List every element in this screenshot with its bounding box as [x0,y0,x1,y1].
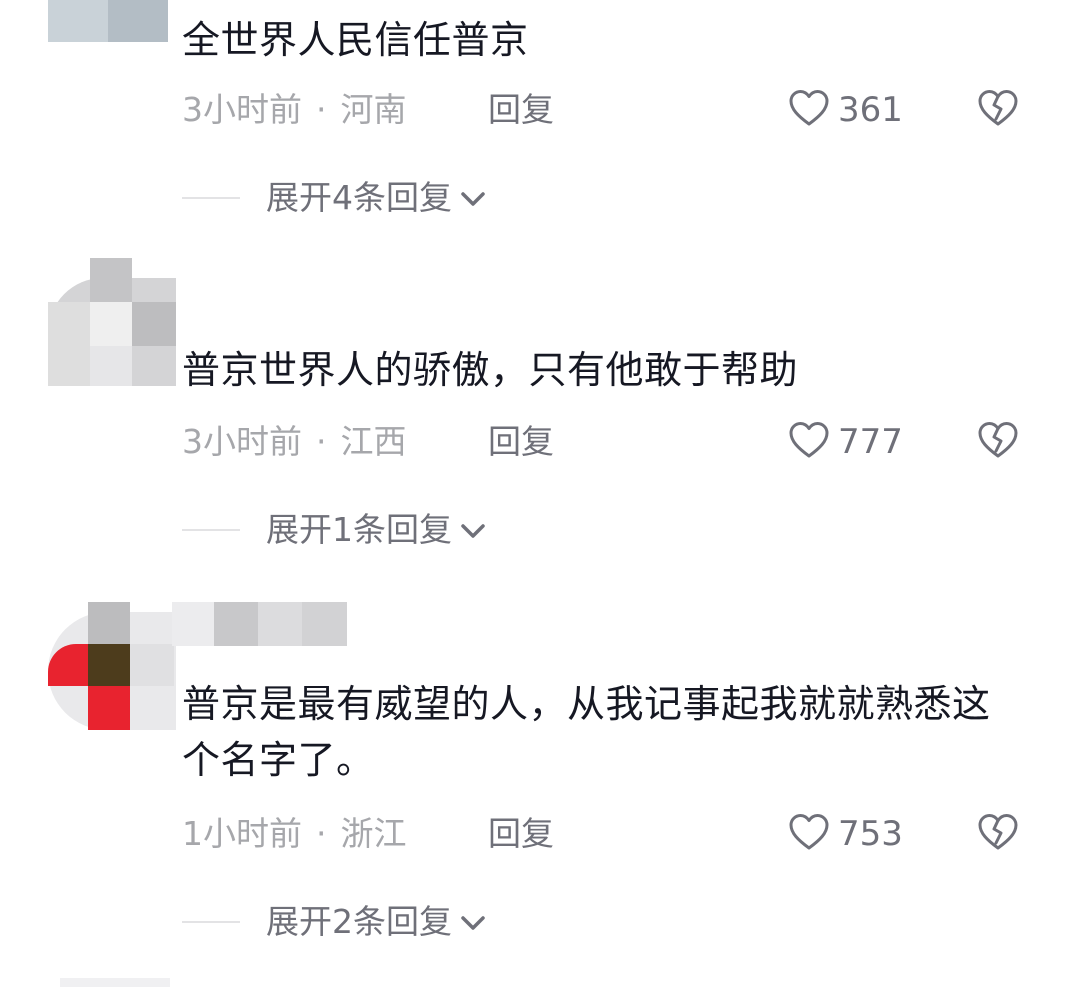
broken-heart-icon [977,420,1019,464]
dislike-button[interactable] [975,88,1021,132]
expand-replies-button[interactable]: 展开1条回复 [266,508,488,552]
expand-divider [182,529,240,531]
like-button[interactable]: 753 [788,812,903,856]
expand-replies-row: 展开1条回复 [182,508,488,552]
avatar[interactable] [48,258,176,386]
like-button[interactable]: 777 [788,420,903,464]
comment-location: 河南 [340,90,407,129]
reply-button[interactable]: 回复 [488,812,554,856]
broken-heart-icon [977,88,1019,132]
chevron-down-icon [452,900,488,944]
avatar[interactable] [48,602,176,730]
heart-outline-icon [788,88,830,132]
comment-time: 3小时前 [182,90,302,129]
like-count: 753 [838,814,903,854]
comment-text: 全世界人民信任普京 [182,18,529,62]
comment-meta: 1小时前 · 浙江 [182,812,407,856]
comment-location: 浙江 [340,814,407,853]
like-button[interactable]: 361 [788,88,903,132]
broken-heart-icon [977,812,1019,856]
comment-location: 江西 [340,422,407,461]
chevron-down-icon [452,176,488,220]
meta-separator: · [316,90,327,129]
heart-outline-icon [788,420,830,464]
like-count: 361 [838,90,903,130]
expand-replies-label: 展开2条回复 [266,902,452,941]
expand-divider [182,197,240,199]
comment-time: 1小时前 [182,814,302,853]
expand-replies-label: 展开4条回复 [266,178,452,217]
expand-replies-button[interactable]: 展开4条回复 [266,176,488,220]
dislike-button[interactable] [975,420,1021,464]
expand-replies-button[interactable]: 展开2条回复 [266,900,488,944]
expand-divider [182,921,240,923]
expand-replies-row: 展开4条回复 [182,176,488,220]
comment-meta: 3小时前 · 河南 [182,88,407,132]
comment-text: 普京世界人的骄傲，只有他敢于帮助 [182,348,799,392]
dislike-button[interactable] [975,812,1021,856]
username-blurred[interactable] [172,602,347,646]
comment-item: 普京世界人的骄傲，只有他敢于帮助 3小时前 · 江西 回复 777 展开1条回复 [0,250,1080,560]
avatar[interactable] [60,978,170,987]
reply-button[interactable]: 回复 [488,420,554,464]
avatar[interactable] [48,0,176,42]
chevron-down-icon [452,508,488,552]
meta-separator: · [316,422,327,461]
meta-separator: · [316,814,327,853]
expand-replies-row: 展开2条回复 [182,900,488,944]
comment-time: 3小时前 [182,422,302,461]
comment-meta: 3小时前 · 江西 [182,420,407,464]
expand-replies-label: 展开1条回复 [266,510,452,549]
comment-item: 全世界人民信任普京 3小时前 · 河南 回复 361 展开4条回复 [0,0,1080,240]
reply-button[interactable]: 回复 [488,88,554,132]
comment-item: 普京是最有威望的人，从我记事起我就就熟悉这个名字了。 1小时前 · 浙江 回复 75… [0,592,1080,962]
heart-outline-icon [788,812,830,856]
like-count: 777 [838,422,903,462]
comment-text: 普京是最有威望的人，从我记事起我就就熟悉这个名字了。 [182,682,991,782]
